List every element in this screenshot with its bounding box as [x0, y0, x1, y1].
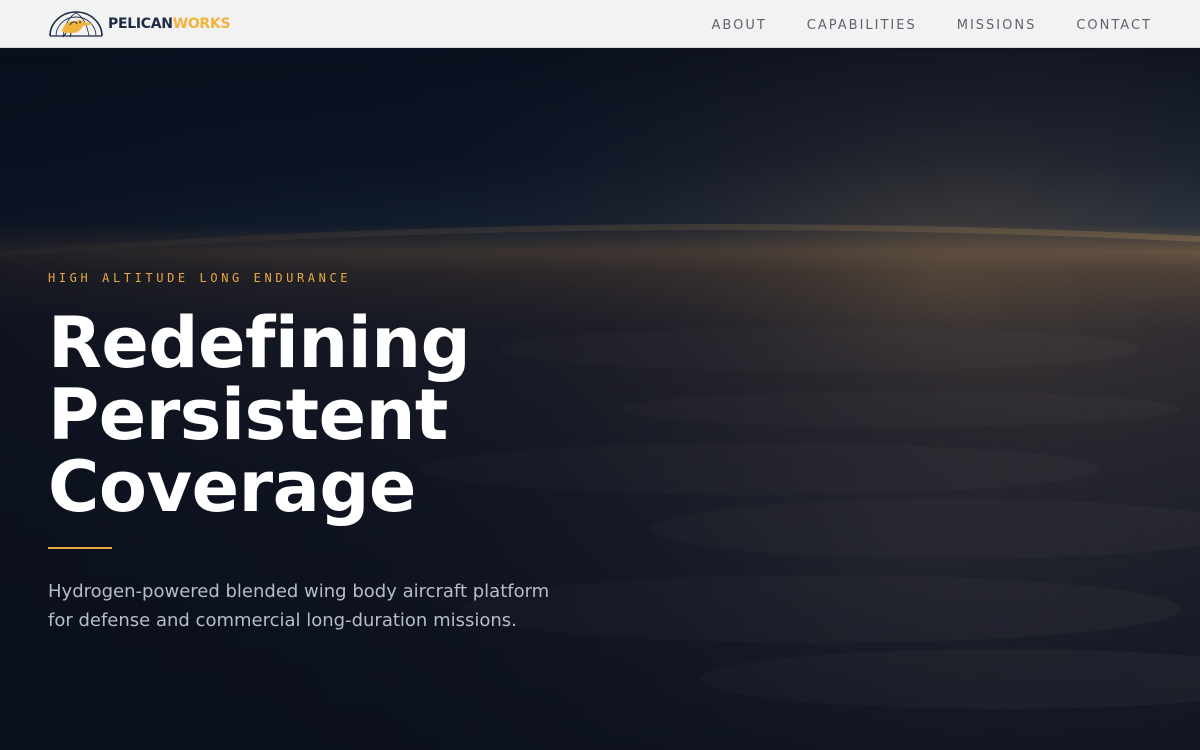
nav-link-missions[interactable]: MISSIONS — [957, 18, 1037, 33]
brand-name-accent: WORKS — [172, 15, 231, 32]
headline-line: Persistent — [48, 374, 448, 456]
description-line: Hydrogen-powered blended wing body aircr… — [48, 581, 550, 602]
home-logo-link[interactable]: PELICANWORKS — [48, 9, 231, 39]
nav-link-about[interactable]: ABOUT — [712, 18, 767, 33]
top-nav-bar: PELICANWORKS ABOUT CAPABILITIES MISSIONS… — [0, 0, 1200, 48]
hero-description: Hydrogen-powered blended wing body aircr… — [48, 577, 568, 635]
headline-line: Coverage — [48, 446, 416, 528]
hero-headline: Redefining Persistent Coverage — [48, 307, 688, 523]
description-line: for defense and commercial long-duration… — [48, 610, 517, 631]
pelican-logo-icon — [49, 10, 103, 37]
accent-divider — [48, 547, 112, 549]
brand-name: PELICANWORKS — [108, 15, 231, 32]
hero-eyebrow: HIGH ALTITUDE LONG ENDURANCE — [48, 271, 352, 285]
hero-section: HIGH ALTITUDE LONG ENDURANCE Redefining … — [0, 49, 1200, 750]
nav-link-contact[interactable]: CONTACT — [1076, 18, 1152, 33]
hero-content: HIGH ALTITUDE LONG ENDURANCE Redefining … — [48, 271, 688, 635]
nav-link-capabilities[interactable]: CAPABILITIES — [807, 18, 917, 33]
brand-name-primary: PELICAN — [108, 15, 173, 32]
headline-line: Redefining — [48, 302, 471, 384]
primary-nav: ABOUT CAPABILITIES MISSIONS CONTACT — [712, 14, 1153, 33]
